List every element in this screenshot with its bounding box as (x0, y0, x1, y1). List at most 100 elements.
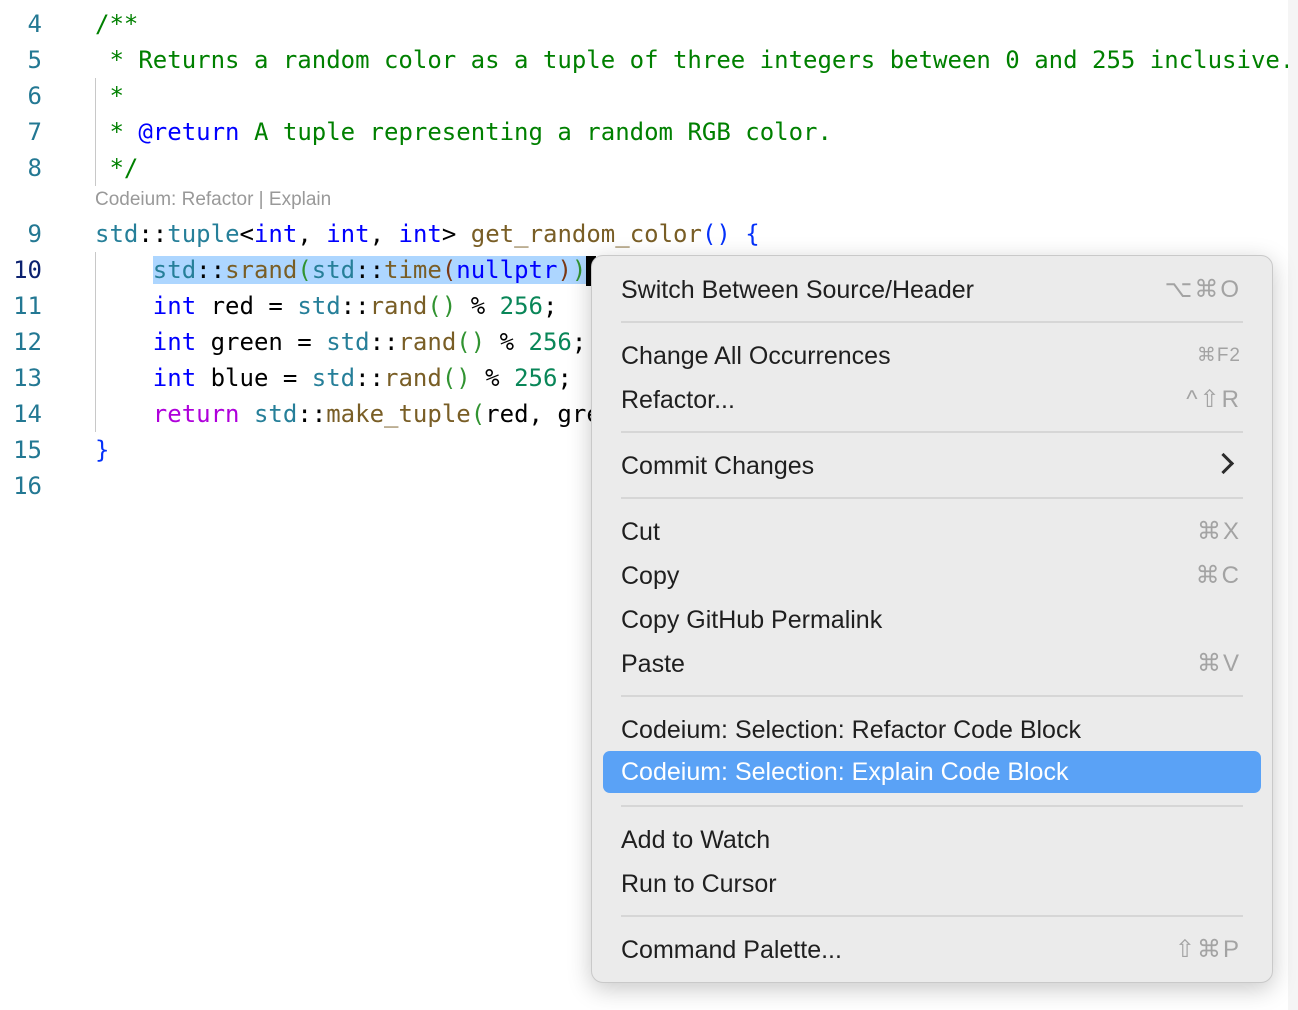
code-line[interactable]: 8 */ (0, 150, 1288, 186)
menu-item-label: Add to Watch (621, 826, 771, 854)
code-line[interactable]: 9 std::tuple<int, int, int> get_random_co… (0, 216, 1288, 252)
code-text[interactable]: } (95, 432, 109, 468)
menu-separator (621, 695, 1243, 697)
code-text[interactable]: * Returns a random color as a tuple of t… (95, 42, 1288, 78)
line-number: 6 (27, 82, 42, 110)
code-text[interactable]: /** (95, 6, 138, 42)
code-token: std (253, 400, 298, 428)
code-line[interactable]: 6 * (0, 78, 1288, 114)
code-token: make_tuple (326, 400, 471, 428)
code-token: % (456, 292, 500, 320)
code-token: nullptr (456, 256, 558, 284)
code-line[interactable]: 4 /** (0, 6, 1288, 42)
menu-item-label: Change All Occurrences (621, 342, 891, 370)
codeium-codelens[interactable]: Codeium: Refactor | Explain (95, 186, 331, 214)
code-token: int (326, 220, 370, 248)
line-number: 16 (13, 472, 42, 500)
code-token: % (485, 328, 529, 356)
code-text[interactable]: int blue = std::rand() % 256; (95, 360, 572, 396)
code-token: blue = (196, 364, 312, 392)
menu-item-codeium-refactor[interactable]: Codeium: Selection: Refactor Code Block (603, 710, 1261, 750)
menu-item-cut[interactable]: Cut ⌘X (603, 512, 1261, 552)
menu-item-copy[interactable]: Copy ⌘C (603, 556, 1261, 596)
code-token: ( (441, 256, 457, 284)
code-token: A tuple representing a random RGB color. (239, 118, 832, 146)
code-token: green = (196, 328, 327, 356)
menu-separator (621, 431, 1243, 433)
code-token: /** (95, 10, 139, 38)
menu-item-commit-changes[interactable]: Commit Changes (603, 446, 1261, 486)
code-token: 256 (528, 328, 572, 356)
code-token: * Returns a random color as a tuple of t… (95, 46, 1288, 74)
code-text[interactable]: return std::make_tuple(red, gre (95, 396, 601, 432)
code-token: red, gre (485, 400, 601, 428)
code-token: } (95, 436, 110, 464)
code-token: int (152, 292, 197, 320)
menu-item-add-to-watch[interactable]: Add to Watch (603, 820, 1261, 860)
code-token: */ (95, 154, 139, 182)
line-number: 14 (13, 400, 42, 428)
menu-item-switch-source-header[interactable]: Switch Between Source/Header ⌥⌘O (603, 270, 1261, 310)
menu-item-label: Refactor... (621, 386, 735, 414)
code-token: std (311, 256, 356, 284)
context-menu: Switch Between Source/Header ⌥⌘O Change … (591, 255, 1273, 983)
code-text[interactable]: int red = std::rand() % 256; (95, 288, 558, 324)
menu-item-label: Run to Cursor (621, 870, 777, 898)
code-text[interactable]: std::tuple<int, int, int> get_random_col… (95, 216, 760, 252)
menu-item-command-palette[interactable]: Command Palette... ⇧⌘P (603, 930, 1261, 970)
line-number: 9 (27, 220, 42, 248)
code-token: srand (225, 256, 298, 284)
menu-item-label: Codeium: Selection: Refactor Code Block (621, 716, 1081, 744)
code-token: () (456, 328, 486, 356)
menu-separator (621, 321, 1243, 323)
code-text[interactable]: std::srand(std::time(nullptr)) (95, 252, 597, 288)
menu-item-copy-github-permalink[interactable]: Copy GitHub Permalink (603, 600, 1261, 640)
code-token: :: (138, 220, 168, 248)
menu-item-shortcut: ⌘C (1195, 562, 1241, 589)
code-token: ; (557, 364, 572, 392)
code-token: * (95, 82, 124, 110)
menu-item-label: Copy (621, 562, 680, 590)
code-token: std (95, 220, 139, 248)
menu-item-label: Commit Changes (621, 452, 815, 480)
code-token: std (311, 364, 356, 392)
code-text[interactable]: int green = std::rand() % 256; (95, 324, 587, 360)
editor-scrollbar[interactable] (1288, 0, 1298, 1010)
code-text[interactable]: * @return A tuple representing a random … (95, 114, 832, 150)
menu-item-shortcut: ⌥⌘O (1164, 276, 1241, 303)
menu-item-label: Command Palette... (621, 936, 842, 964)
code-text[interactable]: */ (95, 150, 138, 186)
code-token: 256 (499, 292, 543, 320)
code-token: ; (571, 328, 587, 356)
code-line[interactable]: 5 * Returns a random color as a tuple of… (0, 42, 1288, 78)
line-number: 10 (13, 256, 42, 284)
menu-item-refactor[interactable]: Refactor... ^⇧R (603, 380, 1261, 420)
menu-item-run-to-cursor[interactable]: Run to Cursor (603, 864, 1261, 904)
menu-item-codeium-explain[interactable]: Codeium: Selection: Explain Code Block (603, 751, 1261, 793)
code-token: int (398, 220, 442, 248)
code-token: > (441, 220, 471, 248)
code-token: , (369, 220, 399, 248)
code-token: @return (138, 118, 240, 146)
code-token: :: (355, 364, 385, 392)
menu-item-label: Paste (621, 650, 685, 678)
code-token: () (427, 292, 457, 320)
line-number: 12 (13, 328, 42, 356)
menu-item-change-all-occurrences[interactable]: Change All Occurrences ⌘F2 (603, 336, 1261, 376)
menu-item-shortcut: ⇧⌘P (1174, 936, 1241, 963)
code-token: std (297, 292, 341, 320)
function-indent-guide (95, 252, 96, 432)
line-number: 8 (27, 154, 42, 182)
code-token: :: (369, 328, 399, 356)
code-line[interactable]: 7 * @return A tuple representing a rando… (0, 114, 1288, 150)
menu-item-paste[interactable]: Paste ⌘V (603, 644, 1261, 684)
line-number: 7 (27, 118, 42, 146)
code-token: int (253, 220, 298, 248)
menu-item-shortcut: ⌘V (1196, 650, 1241, 677)
code-token: ( (470, 400, 486, 428)
code-text[interactable]: * (95, 78, 124, 114)
